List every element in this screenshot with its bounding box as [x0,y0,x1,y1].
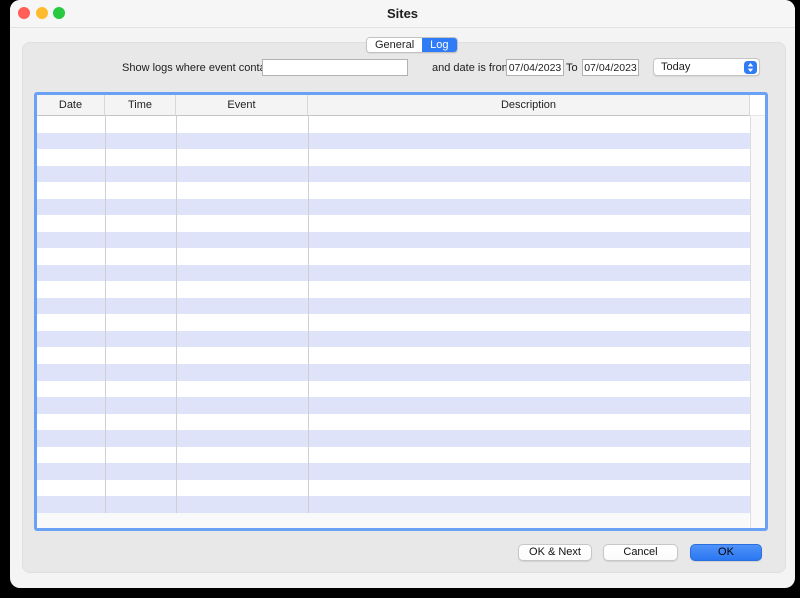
date-from-input[interactable] [506,59,564,76]
date-to-label: To [566,62,578,74]
column-separator [105,116,106,513]
title-bar: Sites [10,0,795,28]
table-row[interactable] [37,265,750,282]
log-table: Date Time Event Description [34,92,768,531]
table-row[interactable] [37,463,750,480]
table-row[interactable] [37,314,750,331]
table-row[interactable] [37,480,750,497]
ok-and-next-button[interactable]: OK & Next [518,544,592,561]
log-table-header: Date Time Event Description [37,95,765,116]
tab-bar: General Log [366,37,458,53]
column-header-time[interactable]: Time [105,95,176,116]
tab-general[interactable]: General [367,38,422,52]
header-scrollbar-corner [750,95,765,116]
date-range-selected-value: Today [654,61,744,73]
table-row[interactable] [37,414,750,431]
sites-dialog-window: Sites General Log Show logs where event … [10,0,795,588]
table-row[interactable] [37,248,750,265]
date-from-label: and date is from [432,62,511,74]
chevron-up-down-icon [744,61,757,74]
screenshot-canvas: Sites General Log Show logs where event … [0,0,800,598]
table-row[interactable] [37,447,750,464]
event-contains-label: Show logs where event contains [122,62,260,74]
horizontal-scrollbar-track[interactable] [37,513,749,528]
ok-button[interactable]: OK [690,544,762,561]
table-row[interactable] [37,298,750,315]
event-contains-input[interactable] [262,59,408,76]
table-row[interactable] [37,182,750,199]
table-row[interactable] [37,381,750,398]
table-row[interactable] [37,397,750,414]
column-header-description[interactable]: Description [308,95,750,116]
table-row[interactable] [37,281,750,298]
table-row[interactable] [37,149,750,166]
table-rows [37,116,750,513]
table-row[interactable] [37,199,750,216]
tab-log[interactable]: Log [422,38,456,52]
table-row[interactable] [37,133,750,150]
date-range-dropdown[interactable]: Today [653,58,760,76]
table-row[interactable] [37,116,750,133]
cancel-button[interactable]: Cancel [603,544,678,561]
table-row[interactable] [37,496,750,513]
table-row[interactable] [37,364,750,381]
column-header-date[interactable]: Date [37,95,105,116]
column-header-event[interactable]: Event [176,95,308,116]
table-row[interactable] [37,430,750,447]
column-separator [176,116,177,513]
vertical-scrollbar-track[interactable] [750,116,765,528]
table-row[interactable] [37,215,750,232]
table-row[interactable] [37,166,750,183]
table-row[interactable] [37,347,750,364]
column-separator [308,116,309,513]
table-row[interactable] [37,331,750,348]
date-to-input[interactable] [582,59,639,76]
window-title: Sites [10,0,795,27]
table-row[interactable] [37,232,750,249]
